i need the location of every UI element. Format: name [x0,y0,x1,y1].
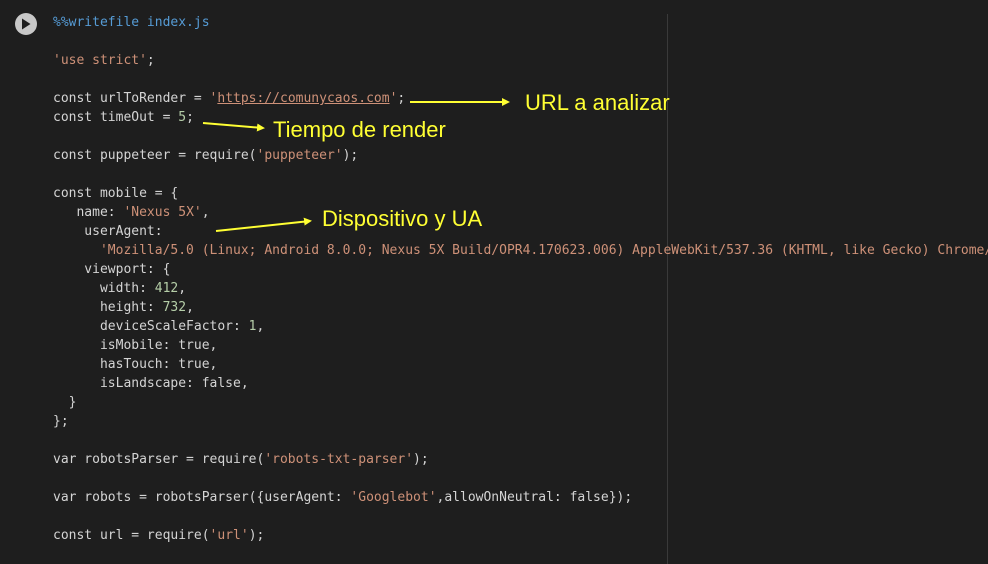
code-token: ); [413,452,429,467]
code-token: 'url' [209,528,249,543]
code-line: 'Mozilla/5.0 (Linux; Android 8.0.0; Nexu… [53,241,988,260]
code-line: var robotsParser = require('robots-txt-p… [53,450,988,469]
code-token: var robots = robotsParser({userAgent: [53,490,351,505]
code-token: ,allowOnNeutral: false}); [436,490,633,505]
code-token: 1 [248,319,257,334]
code-token: isMobile: true, [53,338,218,353]
annotation-device: Dispositivo y UA [322,206,483,231]
code-line: isMobile: true, [53,336,988,355]
code-token: const timeOut = [53,110,179,125]
run-cell-button[interactable] [15,13,37,35]
code-line: const url = require('url'); [53,526,988,545]
code-editor[interactable]: %%writefile index.js 'use strict'; const… [53,13,988,545]
code-token: 'use strict' [53,53,147,68]
code-line: var robots = robotsParser({userAgent: 'G… [53,488,988,507]
notebook-cell: %%writefile index.js 'use strict'; const… [0,0,988,564]
code-token: 'Nexus 5X' [123,205,202,220]
code-token: ); [342,148,359,163]
code-token: const urlToRender = [53,91,210,106]
code-token: 'puppeteer' [256,148,343,163]
code-token: , [186,300,194,315]
code-token: deviceScaleFactor: [53,319,249,334]
code-token: ); [248,528,265,543]
code-token: const puppeteer = require( [53,148,257,163]
code-token: 'robots-txt-parser' [264,452,414,467]
code-line: viewport: { [53,260,988,279]
code-line: } [53,393,988,412]
code-token: } [53,395,77,410]
code-token: ; [397,91,406,106]
code-token: const url = require( [53,528,210,543]
code-token: var robotsParser = require( [53,452,265,467]
code-line: userAgent: [53,222,988,241]
code-token: }; [53,414,69,429]
code-token: width: [53,281,155,296]
code-line: const timeOut = 5; [53,108,988,127]
code-line: 'use strict'; [53,51,988,70]
code-token: 5 [178,110,187,125]
code-token: hasTouch: true, [53,357,218,372]
code-token: viewport: { [53,262,171,277]
code-line: const puppeteer = require('puppeteer'); [53,146,988,165]
code-token: const mobile = { [53,186,179,201]
code-token: 'Mozilla/5.0 (Linux; Android 8.0.0; Nexu… [53,243,988,258]
code-token: , [178,281,187,296]
code-line: name: 'Nexus 5X', [53,203,988,222]
code-token: ; [146,53,155,68]
code-token: name: [53,205,124,220]
code-token: , [201,205,210,220]
code-token: https://comunycaos.com [217,91,390,106]
code-token: 412 [154,281,179,296]
play-icon [22,18,31,30]
code-token: height: [53,300,163,315]
code-line: }; [53,412,988,431]
code-token: ; [186,110,194,125]
code-token: 732 [162,300,187,315]
code-token: 'Googlebot' [350,490,437,505]
annotation-url: URL a analizar [525,90,670,115]
code-line: hasTouch: true, [53,355,988,374]
code-line: isLandscape: false, [53,374,988,393]
code-line: const urlToRender = 'https://comunycaos.… [53,89,988,108]
code-token: userAgent: [53,224,163,239]
code-token: isLandscape: false, [53,376,249,391]
code-token: , [256,319,265,334]
code-line: height: 732, [53,298,988,317]
code-line: const mobile = { [53,184,988,203]
code-line: deviceScaleFactor: 1, [53,317,988,336]
code-line: width: 412, [53,279,988,298]
code-line: %%writefile index.js [53,13,988,32]
annotation-timeout: Tiempo de render [273,117,446,142]
code-token: %%writefile index.js [53,15,210,30]
